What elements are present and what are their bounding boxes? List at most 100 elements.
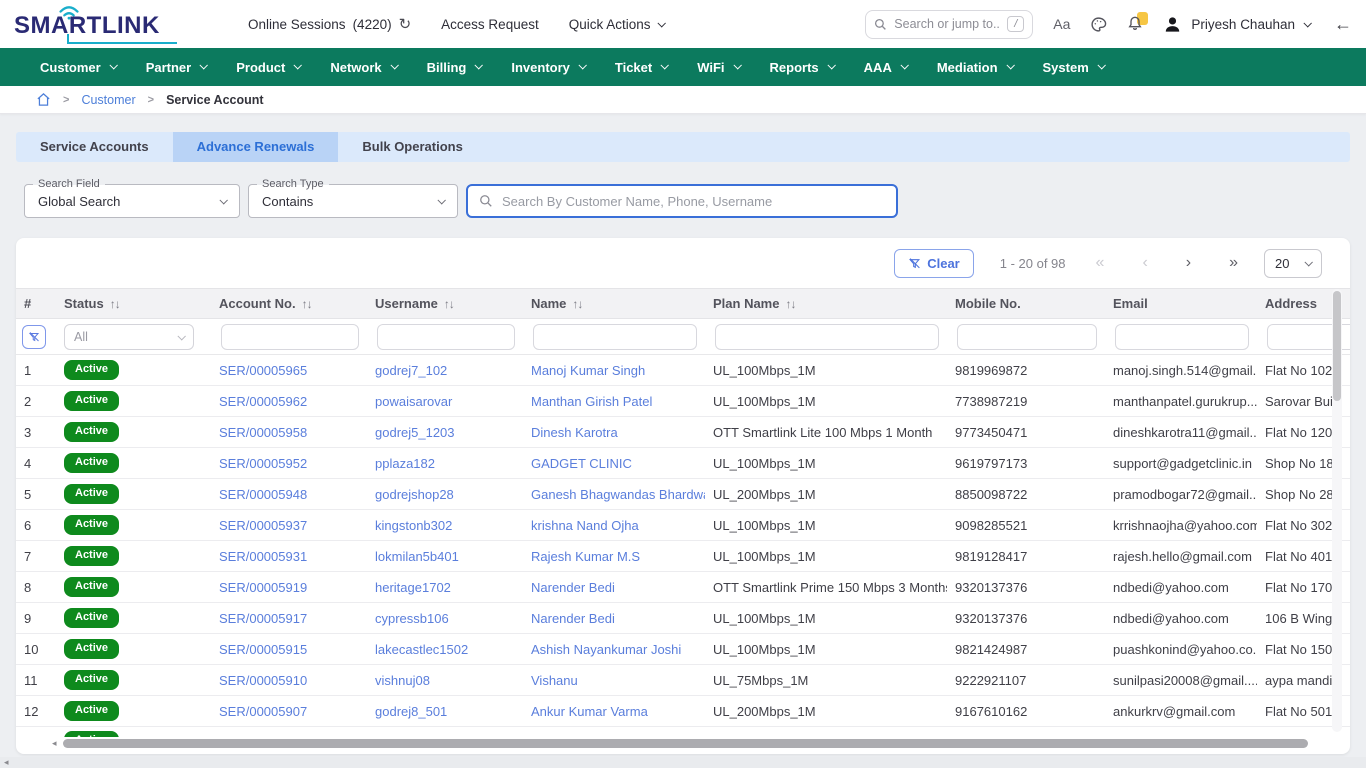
horizontal-scrollbar-thumb[interactable] [63, 739, 1308, 748]
vertical-scrollbar[interactable] [1332, 289, 1342, 732]
refresh-icon[interactable]: ↻ [399, 15, 412, 33]
quick-actions-menu[interactable]: Quick Actions [569, 17, 664, 32]
next-page-button[interactable]: › [1186, 255, 1191, 271]
nav-menu-item[interactable]: WiFi [697, 60, 739, 75]
nav-menu-item[interactable]: System [1043, 60, 1104, 75]
notifications-bell-icon[interactable] [1127, 14, 1143, 35]
sort-icon[interactable]: ↑↓ [572, 297, 582, 311]
status-filter-select[interactable]: All [64, 324, 194, 350]
customer-name-link[interactable]: Ashish Nayankumar Joshi [531, 642, 681, 657]
username-link[interactable]: godrejshop28 [375, 487, 454, 502]
chevron-down-icon [219, 196, 227, 204]
page-horizontal-scrollbar[interactable]: ◂ [0, 757, 1366, 768]
search-field-select[interactable]: Search Field Global Search [24, 184, 240, 218]
first-page-button[interactable]: « [1096, 255, 1105, 271]
customer-search-input[interactable] [502, 194, 885, 209]
mobile-no-filter-input[interactable] [957, 324, 1097, 350]
customer-name-link[interactable]: GADGET CLINIC [531, 456, 632, 471]
sort-icon[interactable]: ↑↓ [444, 297, 454, 311]
nav-menu-item[interactable]: Inventory [511, 60, 585, 75]
nav-menu-item[interactable]: Customer [40, 60, 116, 75]
username-link[interactable]: godrej8_501 [375, 704, 447, 719]
nav-menu-item[interactable]: Partner [146, 60, 207, 75]
account-no-link[interactable]: SER/00005917 [219, 611, 307, 626]
nav-menu-item[interactable]: Billing [427, 60, 482, 75]
username-link[interactable]: vishnuj08 [375, 673, 430, 688]
scroll-left-arrow[interactable]: ◂ [4, 758, 9, 767]
search-type-select[interactable]: Search Type Contains [248, 184, 458, 218]
customer-name-link[interactable]: Manthan Girish Patel [531, 394, 652, 409]
plan-name-filter-input[interactable] [715, 324, 939, 350]
name-filter-input[interactable] [533, 324, 697, 350]
customer-name-link[interactable]: Narender Bedi [531, 580, 615, 595]
email-filter-input[interactable] [1115, 324, 1249, 350]
breadcrumb-customer[interactable]: Customer [81, 93, 135, 107]
username-link[interactable]: godrej7_102 [375, 363, 447, 378]
avatar [1163, 15, 1182, 34]
account-no-link[interactable]: SER/00005948 [219, 487, 307, 502]
online-sessions[interactable]: Online Sessions (4220) ↻ [248, 15, 411, 33]
account-no-link[interactable]: SER/00005915 [219, 642, 307, 657]
row-index: 12 [16, 704, 56, 719]
username-link[interactable]: lakecastlec1502 [375, 642, 468, 657]
username-link[interactable]: lokmilan5b401 [375, 549, 459, 564]
back-arrow-icon[interactable]: ← [1334, 14, 1352, 35]
customer-name-link[interactable]: krishna Nand Ojha [531, 518, 639, 533]
nav-menu-item[interactable]: Product [236, 60, 300, 75]
last-page-button[interactable]: » [1229, 255, 1238, 271]
customer-name-link[interactable]: Manoj Kumar Singh [531, 363, 645, 378]
status-cell: Active [56, 360, 211, 379]
app-logo[interactable]: SMARTLINK [14, 12, 202, 40]
nav-menu-item[interactable]: Mediation [937, 60, 1013, 75]
username-link[interactable]: powaisarovar [375, 394, 452, 409]
horizontal-scrollbar[interactable]: ◂ [52, 738, 1308, 749]
account-no-filter-input[interactable] [221, 324, 359, 350]
account-no-link[interactable]: SER/00005931 [219, 549, 307, 564]
customer-name-link[interactable]: Ankur Kumar Varma [531, 704, 648, 719]
username-link[interactable]: heritage1702 [375, 580, 451, 595]
theme-palette-icon[interactable] [1090, 16, 1107, 33]
nav-menu-item[interactable]: AAA [864, 60, 907, 75]
username-link[interactable]: godrej5_1203 [375, 425, 455, 440]
customer-name-link[interactable]: Narender Bedi [531, 611, 615, 626]
account-no-link[interactable]: SER/00005907 [219, 704, 307, 719]
row-index: 9 [16, 611, 56, 626]
page-size-select[interactable]: 20 [1264, 249, 1322, 278]
customer-name-link[interactable]: Vishanu [531, 673, 578, 688]
username-link[interactable]: kingstonb302 [375, 518, 452, 533]
username-link[interactable]: cypressb106 [375, 611, 449, 626]
nav-menu-item[interactable]: Ticket [615, 60, 667, 75]
account-no-link[interactable]: SER/00005919 [219, 580, 307, 595]
user-menu[interactable]: Priyesh Chauhan [1163, 15, 1310, 34]
tab-service-accounts[interactable]: Service Accounts [16, 132, 173, 162]
nav-menu-item[interactable]: Reports [770, 60, 834, 75]
sort-icon[interactable]: ↑↓ [785, 297, 795, 311]
global-search[interactable]: / [865, 10, 1033, 39]
customer-name-link[interactable]: Ganesh Bhagwandas Bhardwaj [531, 487, 705, 502]
home-icon[interactable] [36, 92, 51, 107]
account-no-link[interactable]: SER/00005910 [219, 673, 307, 688]
account-no-link[interactable]: SER/00005965 [219, 363, 307, 378]
account-no-link[interactable]: SER/00005962 [219, 394, 307, 409]
account-no-link[interactable]: SER/00005952 [219, 456, 307, 471]
username-filter-input[interactable] [377, 324, 515, 350]
vertical-scrollbar-thumb[interactable] [1333, 291, 1341, 401]
prev-page-button[interactable]: ‹ [1142, 255, 1147, 271]
tab-bar: Service Accounts Advance Renewals Bulk O… [16, 132, 1350, 162]
tab-advance-renewals[interactable]: Advance Renewals [173, 132, 339, 162]
sort-icon[interactable]: ↑↓ [302, 297, 312, 311]
sort-icon[interactable]: ↑↓ [110, 297, 120, 311]
nav-menu-item[interactable]: Network [330, 60, 396, 75]
global-search-input[interactable] [894, 17, 1000, 31]
scroll-left-arrow[interactable]: ◂ [52, 739, 57, 748]
clear-filters-button[interactable]: Clear [894, 249, 974, 278]
tab-bulk-operations[interactable]: Bulk Operations [338, 132, 486, 162]
account-no-link[interactable]: SER/00005958 [219, 425, 307, 440]
filter-toggle-button[interactable] [22, 325, 46, 349]
access-request-link[interactable]: Access Request [441, 17, 539, 32]
customer-name-link[interactable]: Dinesh Karotra [531, 425, 618, 440]
customer-name-link[interactable]: Rajesh Kumar M.S [531, 549, 640, 564]
account-no-link[interactable]: SER/00005937 [219, 518, 307, 533]
username-link[interactable]: pplaza182 [375, 456, 435, 471]
text-size-toggle[interactable]: Aa [1053, 16, 1070, 32]
